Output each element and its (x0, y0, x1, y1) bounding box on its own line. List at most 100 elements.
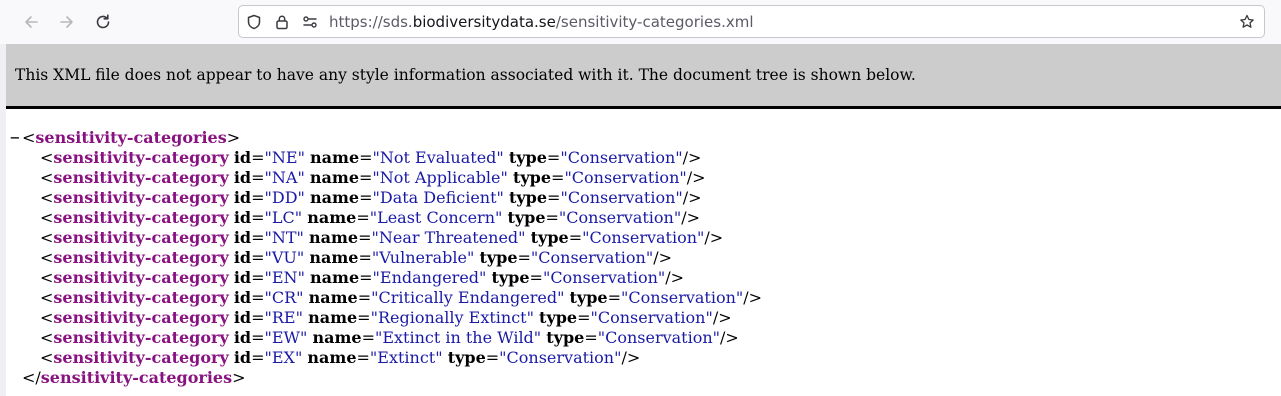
attr-value-name: Endangered (379, 268, 480, 287)
attr-name-type: type (491, 268, 530, 287)
attr-value-id: EW (271, 328, 300, 347)
attr-value-id: EN (271, 268, 298, 287)
root-tag-close-name: sensitivity-categories (40, 368, 233, 387)
attr-name-type: type (539, 308, 578, 327)
element-tag-name: sensitivity-category (53, 228, 229, 247)
attr-value-type: Conservation (550, 268, 658, 287)
attr-name-id: id (233, 248, 252, 267)
attr-value-name: Extinct (377, 348, 436, 367)
attr-value-type: Conservation (605, 328, 713, 347)
attr-name-type: type (447, 348, 486, 367)
back-arrow-icon (25, 16, 38, 28)
attr-name-type: type (508, 188, 548, 207)
browser-toolbar: https://sds.biodiversitydata.se/sensitiv… (0, 0, 1281, 44)
attr-value-id: RE (271, 308, 296, 327)
xml-element-line: <sensitivity-category id="EN" name="Enda… (40, 268, 685, 287)
attr-name-name: name (307, 348, 357, 367)
attr-value-name: Not Applicable (379, 168, 501, 187)
attr-name-type: type (546, 328, 585, 347)
attr-value-name: Vulnerable (379, 248, 467, 267)
url-domain: biodiversitydata.se (412, 13, 556, 31)
xml-children: <sensitivity-category id="NE" name="Not … (10, 148, 762, 368)
shield-icon[interactable] (245, 13, 263, 31)
attr-name-name: name (312, 328, 362, 347)
attr-value-name: Data Deficient (379, 188, 497, 207)
reload-button[interactable] (87, 6, 119, 38)
url-path: /sensitivity-categories.xml (555, 13, 754, 31)
attr-name-id: id (233, 328, 252, 347)
xml-element-line: <sensitivity-category id="VU" name="Vuln… (40, 248, 673, 267)
attr-value-type: Conservation (538, 248, 646, 267)
element-tag-name: sensitivity-category (53, 328, 229, 347)
attr-name-id: id (233, 168, 252, 187)
lock-icon[interactable] (273, 13, 291, 31)
attr-name-name: name (308, 308, 358, 327)
attr-value-id: NE (271, 148, 298, 167)
attr-value-type: Conservation (571, 168, 680, 187)
xml-element-line: <sensitivity-category id="NE" name="Not … (40, 148, 702, 167)
attr-name-id: id (233, 148, 252, 167)
attr-value-type: Conservation (567, 148, 676, 167)
element-tag-name: sensitivity-category (53, 308, 229, 327)
address-bar[interactable]: https://sds.biodiversitydata.se/sensitiv… (238, 5, 1265, 38)
attr-value-type: Conservation (597, 308, 706, 327)
attr-name-id: id (233, 308, 252, 327)
collapse-toggle[interactable]: − (10, 128, 22, 148)
attr-name-name: name (308, 288, 358, 307)
attr-name-type: type (507, 208, 546, 227)
xml-element-line: <sensitivity-category id="CR" name="Crit… (40, 288, 763, 307)
attr-name-name: name (310, 268, 360, 287)
attr-name-name: name (309, 188, 360, 207)
reload-icon (96, 14, 110, 29)
xml-element-line: <sensitivity-category id="NT" name="Near… (40, 228, 724, 247)
attr-name-name: name (309, 228, 359, 247)
attr-value-type: Conservation (506, 348, 615, 367)
attr-name-name: name (309, 248, 359, 267)
attr-value-id: DD (271, 188, 298, 207)
url-text[interactable]: https://sds.biodiversitydata.se/sensitiv… (329, 13, 754, 31)
attr-value-name: Near Threatened (378, 228, 519, 247)
attr-name-id: id (233, 228, 252, 247)
attr-name-id: id (233, 288, 252, 307)
xml-element-line: <sensitivity-category id="RE" name="Regi… (40, 308, 732, 327)
attr-name-type: type (512, 168, 552, 187)
forward-arrow-icon (60, 16, 73, 28)
attr-value-id: EX (271, 348, 295, 367)
attr-value-name: Extinct in the Wild (382, 328, 534, 347)
attr-value-id: CR (271, 288, 297, 307)
xml-element-line: <sensitivity-category id="NA" name="Not … (40, 168, 706, 187)
attr-value-id: VU (271, 248, 297, 267)
attr-value-type: Conservation (628, 288, 736, 307)
xml-info-text: This XML file does not appear to have an… (15, 66, 916, 84)
bookmark-star-icon[interactable] (1238, 13, 1256, 31)
element-tag-name: sensitivity-category (53, 148, 229, 167)
attr-name-id: id (233, 188, 252, 207)
attr-name-id: id (233, 268, 252, 287)
forward-button[interactable] (51, 6, 83, 38)
element-tag-name: sensitivity-category (53, 288, 229, 307)
attr-name-name: name (307, 208, 357, 227)
element-tag-name: sensitivity-category (53, 268, 229, 287)
element-tag-name: sensitivity-category (53, 208, 229, 227)
permissions-icon[interactable] (301, 13, 319, 31)
attr-value-id: NA (271, 168, 298, 187)
xml-element-line: <sensitivity-category id="DD" name="Data… (40, 188, 702, 207)
element-tag-name: sensitivity-category (53, 348, 229, 367)
attr-value-name: Regionally Extinct (377, 308, 527, 327)
root-tag-name: sensitivity-categories (35, 128, 227, 147)
back-button[interactable] (15, 6, 47, 38)
xml-root-close: </sensitivity-categories> (22, 368, 246, 387)
xml-element-line: <sensitivity-category id="LC" name="Leas… (40, 208, 701, 227)
element-tag-name: sensitivity-category (53, 248, 229, 267)
element-tag-name: sensitivity-category (53, 188, 229, 207)
attr-name-name: name (309, 168, 359, 187)
attr-value-type: Conservation (589, 228, 698, 247)
attr-name-type: type (508, 148, 547, 167)
xml-root-open: − <sensitivity-categories> (10, 128, 241, 148)
attr-name-type: type (530, 228, 569, 247)
attr-name-id: id (233, 348, 252, 367)
attr-value-type: Conservation (566, 208, 674, 227)
xml-element-line: <sensitivity-category id="EW" name="Exti… (40, 328, 739, 347)
element-tag-name: sensitivity-category (53, 168, 229, 187)
attr-name-name: name (310, 148, 360, 167)
